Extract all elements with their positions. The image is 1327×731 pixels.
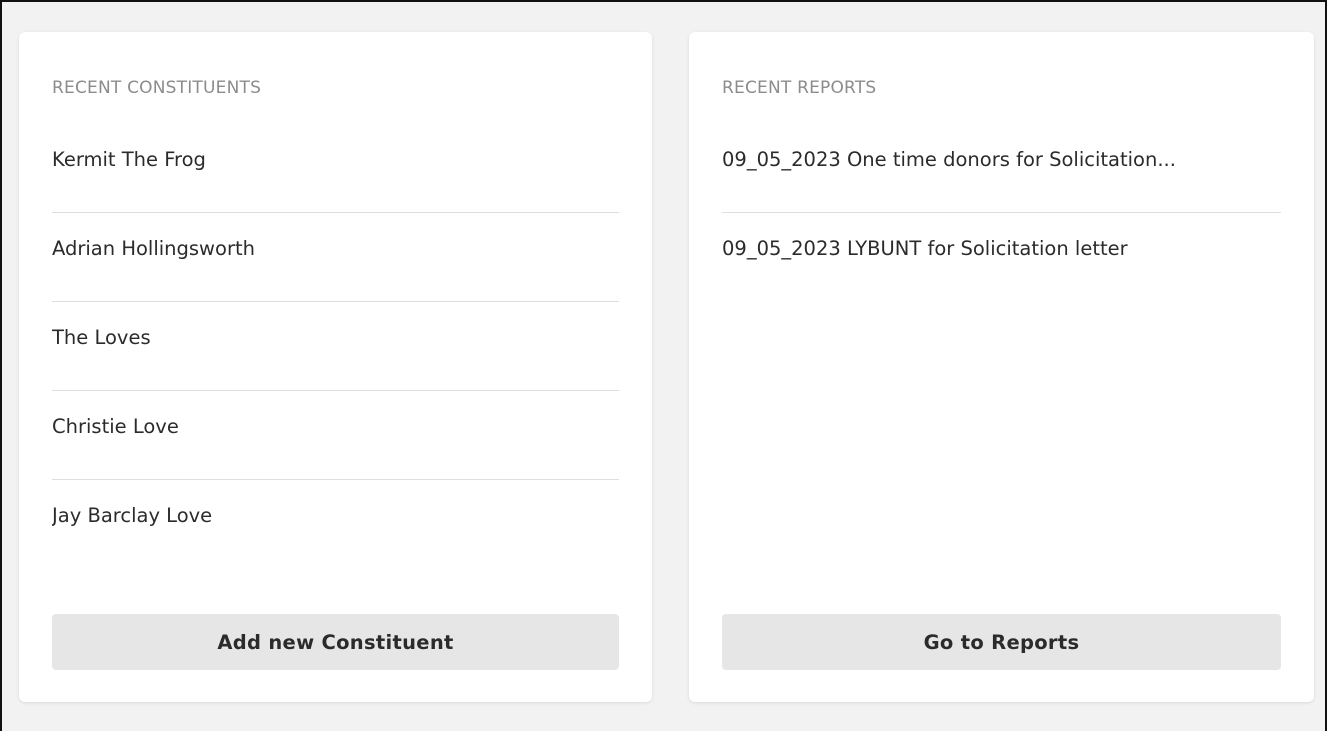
- constituent-item-kermit-the-frog[interactable]: Kermit The Frog: [52, 124, 619, 213]
- constituent-name: Christie Love: [52, 415, 179, 438]
- report-item-lybunt[interactable]: 09_05_2023 LYBUNT for Solicitation lette…: [722, 213, 1281, 302]
- report-item-one-time-donors[interactable]: 09_05_2023 One time donors for Solicitat…: [722, 124, 1281, 213]
- report-name: 09_05_2023 LYBUNT for Solicitation lette…: [722, 237, 1128, 260]
- constituent-name: Kermit The Frog: [52, 148, 206, 171]
- recent-constituents-title: RECENT CONSTITUENTS: [52, 78, 262, 98]
- constituent-name: The Loves: [52, 326, 151, 349]
- recent-constituents-card: RECENT CONSTITUENTS Kermit The Frog Adri…: [19, 32, 652, 702]
- recent-reports-card: RECENT REPORTS 09_05_2023 One time donor…: [689, 32, 1314, 702]
- recent-reports-title: RECENT REPORTS: [722, 78, 877, 98]
- constituent-item-jay-barclay-love[interactable]: Jay Barclay Love: [52, 480, 619, 569]
- recent-reports-list: 09_05_2023 One time donors for Solicitat…: [722, 124, 1281, 302]
- constituent-name: Jay Barclay Love: [52, 504, 213, 527]
- constituent-name: Adrian Hollingsworth: [52, 237, 255, 260]
- recent-constituents-list: Kermit The Frog Adrian Hollingsworth The…: [52, 124, 619, 569]
- constituent-item-adrian-hollingsworth[interactable]: Adrian Hollingsworth: [52, 213, 619, 302]
- add-new-constituent-button[interactable]: Add new Constituent: [52, 614, 619, 670]
- report-name: 09_05_2023 One time donors for Solicitat…: [722, 148, 1176, 171]
- constituent-item-the-loves[interactable]: The Loves: [52, 302, 619, 391]
- go-to-reports-button[interactable]: Go to Reports: [722, 614, 1281, 670]
- constituent-item-christie-love[interactable]: Christie Love: [52, 391, 619, 480]
